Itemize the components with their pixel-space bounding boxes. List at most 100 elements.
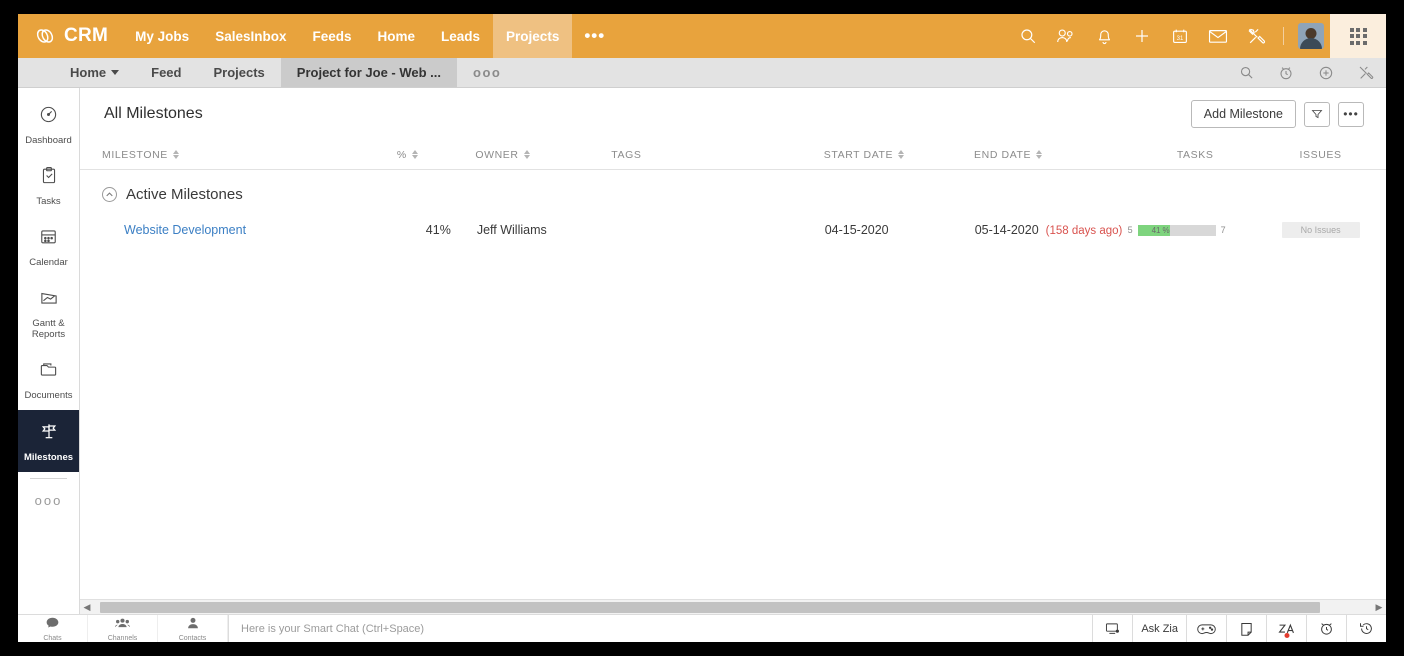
plus-circle-icon[interactable] [1306,58,1346,88]
sort-icon [172,150,179,159]
calendar-icon [39,227,58,251]
scroll-left-arrow[interactable]: ◀ [80,602,94,613]
sidebar-label-dashboard: Dashboard [25,135,72,146]
sidebar-item-dashboard[interactable]: Dashboard [18,94,79,155]
table-empty-space [80,244,1386,599]
end-date-days-ago: (158 days ago) [1045,225,1123,237]
tools-icon[interactable] [1346,58,1386,88]
bottom-item-chats[interactable]: Chats [18,615,88,642]
ellipsis-icon[interactable]: ••• [1338,101,1364,127]
history-icon[interactable] [1346,615,1386,642]
column-header-tags[interactable]: TAGS [611,149,824,161]
nav-overflow[interactable]: ••• [572,14,617,58]
zia-icon[interactable] [1266,615,1306,642]
subtab-overflow[interactable]: ooo [457,58,517,87]
notification-dot [1284,633,1289,638]
scrollbar-thumb[interactable] [100,601,1321,613]
add-milestone-button[interactable]: Add Milestone [1190,100,1296,128]
search-icon[interactable] [1226,58,1266,88]
sidebar-label-documents: Documents [24,390,73,401]
end-date-value: 05-14-2020 [974,223,1039,237]
chart-icon [39,288,59,312]
table-header-row: MILESTONE % OWNER TAGS START DATE END DA… [80,140,1386,170]
contacts-icon[interactable] [1047,14,1085,58]
ask-zia-button[interactable]: Ask Zia [1132,615,1186,642]
sidebar-label-tasks: Tasks [36,196,61,207]
sidebar-item-milestones[interactable]: Milestones [18,410,79,472]
subtab-projects[interactable]: Projects [197,58,280,87]
envelope-icon[interactable] [1199,14,1237,58]
subtab-project-for-joe[interactable]: Project for Joe - Web ... [280,58,458,87]
smart-chat-input[interactable]: Here is your Smart Chat (Ctrl+Space) [228,615,1092,642]
avatar[interactable] [1298,23,1324,49]
bottom-status-bar: Chats Channels Contacts Here is your Sma… [18,614,1386,642]
app-grid-icon[interactable] [1330,14,1386,58]
sidebar-item-calendar[interactable]: Calendar [18,216,79,277]
top-bar-actions: 31 [1009,14,1386,58]
tasks-percent-value: 41 [1151,225,1161,235]
horizontal-scrollbar[interactable]: ◀ ▶ [80,599,1386,614]
page-actions: Add Milestone ••• [1190,100,1364,128]
search-icon[interactable] [1009,14,1047,58]
page-header: All Milestones Add Milestone ••• [80,88,1386,140]
funnel-icon[interactable] [1304,101,1330,127]
column-header-milestone[interactable]: MILESTONE [102,149,397,161]
scroll-right-arrow[interactable]: ▶ [1372,602,1386,613]
subtab-home[interactable]: Home [54,58,135,87]
tasks-completed-count: 5 [1127,225,1133,235]
bottom-item-channels[interactable]: Channels [88,615,158,642]
column-label-owner: OWNER [475,148,519,161]
chevron-up-circle-icon[interactable] [102,187,117,202]
nav-leads[interactable]: Leads [428,14,493,58]
gamepad-icon[interactable] [1186,615,1226,642]
tasks-percent-symbol: % [1162,225,1170,235]
app-window: CRM My Jobs SalesInbox Feeds Home Leads … [18,14,1386,642]
status-badge: No Issues [1281,222,1360,238]
table-row[interactable]: Website Development 41% Jeff Williams 04… [80,216,1386,244]
nav-home[interactable]: Home [365,14,429,58]
sidebar-label-milestones: Milestones [23,452,74,463]
tools-icon[interactable] [1237,14,1275,58]
chevron-down-icon [111,70,120,75]
alarm-clock-icon[interactable] [1306,615,1346,642]
screen-share-icon[interactable] [1092,615,1132,642]
nav-salesinbox[interactable]: SalesInbox [202,14,299,58]
nav-projects[interactable]: Projects [493,14,573,58]
nav-feeds[interactable]: Feeds [299,14,364,58]
grid-dots [1349,27,1367,45]
clipboard-check-icon [40,166,58,190]
cell-milestone-name[interactable]: Website Development [102,223,397,237]
sidebar-item-documents[interactable]: Documents [18,349,79,410]
tasks-progress-label: 41 % [1152,225,1170,236]
svg-text:31: 31 [1177,36,1184,42]
sidebar-item-tasks[interactable]: Tasks [18,155,79,216]
column-header-percent[interactable]: % [397,149,476,161]
gauge-icon [39,105,58,129]
bell-icon[interactable] [1085,14,1123,58]
crm-logo-icon [34,25,56,47]
column-header-owner[interactable]: OWNER [475,149,611,161]
top-navigation-bar: CRM My Jobs SalesInbox Feeds Home Leads … [18,14,1386,58]
timer-icon[interactable] [1266,58,1306,88]
subtab-feed[interactable]: Feed [135,58,197,87]
nav-my-jobs[interactable]: My Jobs [122,14,202,58]
column-header-start-date[interactable]: START DATE [824,149,974,161]
column-label-start-date: START DATE [823,148,894,161]
column-label-end-date: END DATE [974,148,1032,161]
plus-icon[interactable] [1123,14,1161,58]
note-icon[interactable] [1226,615,1266,642]
sidebar-item-gantt-reports[interactable]: Gantt & Reports [18,277,79,349]
column-header-end-date[interactable]: END DATE [974,149,1127,161]
sidebar-more-button[interactable]: ooo [18,479,79,522]
cell-tasks: 5 41 % 7 [1127,224,1264,236]
contact-icon [187,616,199,634]
subtab-home-label: Home [70,65,107,80]
sort-icon [523,150,530,159]
tasks-total-count: 7 [1220,225,1226,235]
calendar-icon[interactable]: 31 [1161,14,1199,58]
bottom-item-contacts[interactable]: Contacts [158,615,228,642]
milestones-table: MILESTONE % OWNER TAGS START DATE END DA… [80,140,1386,614]
scrollbar-track[interactable] [94,601,1372,613]
crm-logo[interactable]: CRM [18,25,122,47]
milestone-group-header[interactable]: Active Milestones [80,170,1386,216]
